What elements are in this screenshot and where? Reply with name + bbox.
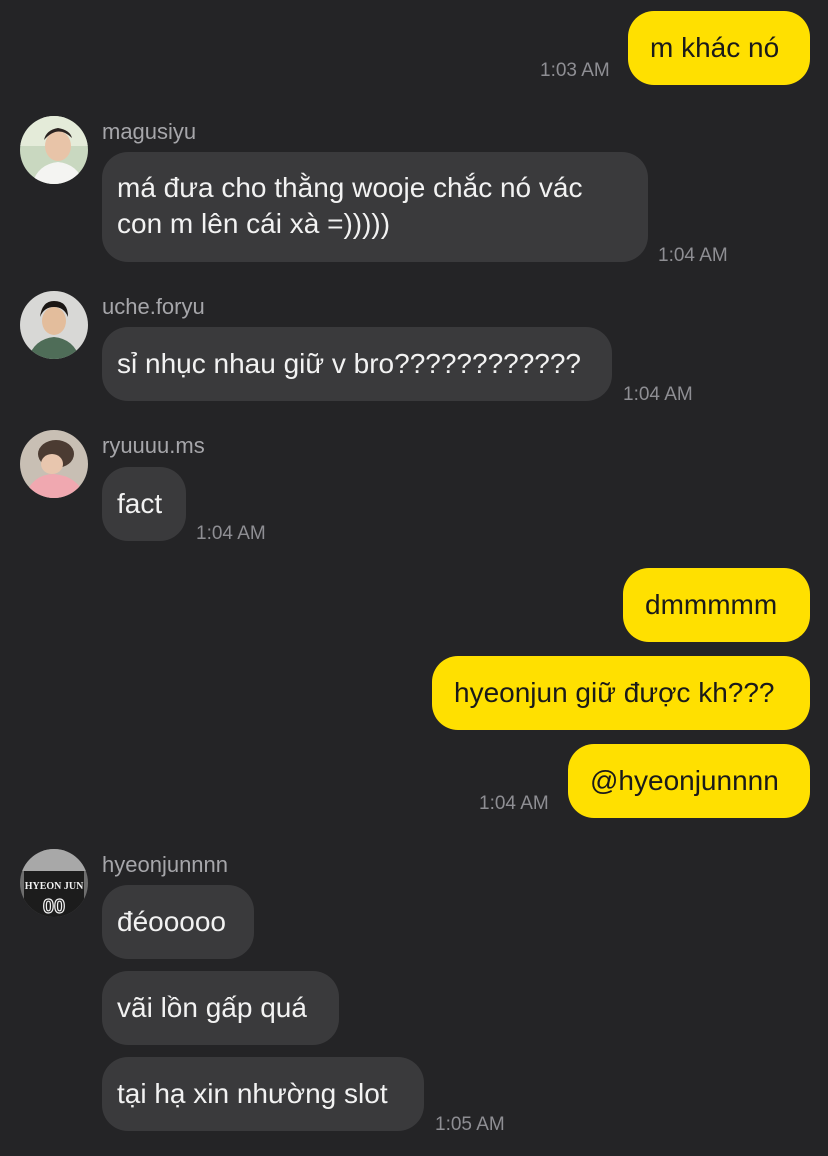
message-text: fact xyxy=(117,488,163,519)
message-timestamp: 1:05 AM xyxy=(435,1114,505,1135)
jersey-number: 00 xyxy=(43,896,65,917)
message-timestamp: 1:04 AM xyxy=(196,523,266,544)
avatar-hyeonjunnnn[interactable]: HYEON JUN 00 xyxy=(20,849,88,917)
jersey-text: HYEON JUN xyxy=(25,881,84,892)
avatar-ryuuuu[interactable] xyxy=(20,430,88,498)
avatar-magusiyu[interactable] xyxy=(20,116,88,184)
message-text: hyeonjun giữ được kh??? xyxy=(454,677,775,708)
incoming-message-bubble[interactable]: sỉ nhục nhau giữ v bro???????????? xyxy=(102,327,612,401)
profile-photo-icon xyxy=(20,430,88,498)
sender-name: uche.foryu xyxy=(102,294,205,319)
message-text: đéooooo xyxy=(117,906,227,937)
message-text: m khác nó xyxy=(650,32,780,63)
profile-photo-icon: HYEON JUN 00 xyxy=(20,849,88,917)
incoming-message-bubble[interactable]: vãi lồn gấp quá xyxy=(102,971,339,1045)
message-text: vãi lồn gấp quá xyxy=(117,992,307,1023)
message-timestamp: 1:04 AM xyxy=(658,245,728,266)
incoming-message-bubble[interactable]: fact xyxy=(102,467,186,541)
avatar-uche[interactable] xyxy=(20,291,88,359)
outgoing-message-bubble[interactable]: @hyeonjunnnn xyxy=(568,744,810,818)
incoming-message-bubble[interactable]: má đưa cho thằng wooje chắc nó vác con m… xyxy=(102,152,648,262)
outgoing-message-bubble[interactable]: dmmmmm xyxy=(623,568,810,642)
outgoing-message-bubble[interactable]: m khác nó xyxy=(628,11,810,85)
sender-name: ryuuuu.ms xyxy=(102,433,205,458)
message-text: dmmmmm xyxy=(645,589,778,620)
profile-photo-icon xyxy=(20,291,88,359)
incoming-message-bubble[interactable]: tại hạ xin nhường slot xyxy=(102,1057,424,1131)
message-text: @hyeonjunnnn xyxy=(590,765,779,796)
message-text-line: con m lên cái xà =))))) xyxy=(117,208,391,239)
sender-name: hyeonjunnnn xyxy=(102,852,229,877)
message-text: sỉ nhục nhau giữ v bro???????????? xyxy=(117,348,581,379)
incoming-message-bubble[interactable]: đéooooo xyxy=(102,885,254,959)
sender-name: magusiyu xyxy=(102,119,197,144)
message-timestamp: 1:04 AM xyxy=(623,384,693,405)
message-timestamp: 1:03 AM xyxy=(540,60,610,81)
outgoing-message-bubble[interactable]: hyeonjun giữ được kh??? xyxy=(432,656,810,730)
message-timestamp: 1:04 AM xyxy=(479,793,549,814)
profile-photo-icon xyxy=(20,116,88,184)
message-text: tại hạ xin nhường slot xyxy=(117,1078,388,1109)
message-text-line: má đưa cho thằng wooje chắc nó vác xyxy=(117,172,583,203)
